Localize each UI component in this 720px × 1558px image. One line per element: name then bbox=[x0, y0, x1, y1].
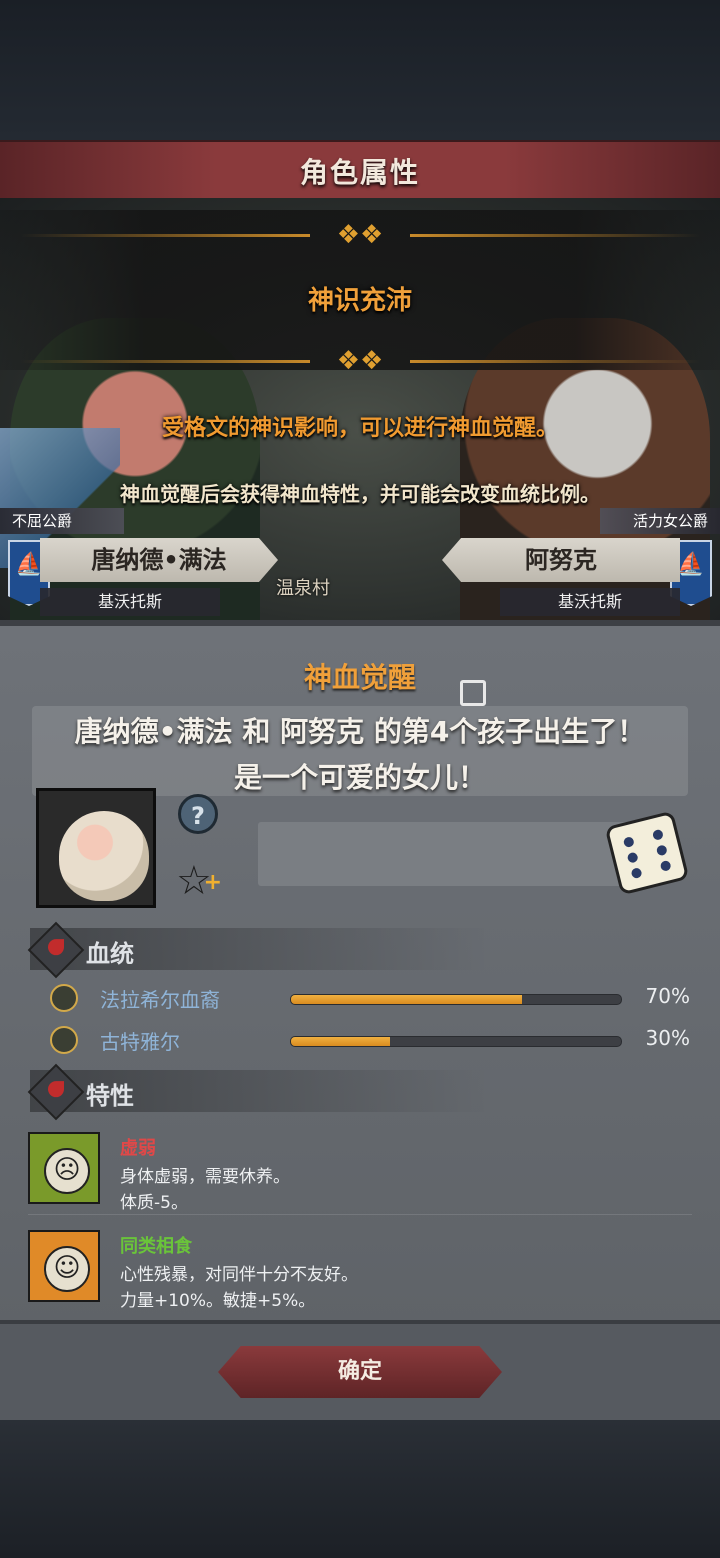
lineage-row: 法拉希尔血裔 70% bbox=[50, 982, 690, 1014]
axe-emblem-icon bbox=[50, 1026, 78, 1054]
traits-section-header: 特性 bbox=[27, 1063, 490, 1121]
bloodline-trait-slot bbox=[258, 822, 628, 886]
gold-ornament-bottom: ❖❖ bbox=[0, 344, 720, 378]
child-panel: 神血觉醒 唐纳德•满法 和 阿努克 的第4个孩子出生了！ 是一个可爱的女儿！ ?… bbox=[0, 620, 720, 1326]
tree-emblem-icon bbox=[50, 984, 78, 1012]
sad-face-icon: ☹ bbox=[28, 1132, 100, 1204]
trait-description: 身体虚弱，需要休养。 bbox=[120, 1167, 290, 1187]
traits-title: 特性 bbox=[86, 1082, 134, 1110]
trait-description: 心性残暴，对同伴十分不友好。 bbox=[120, 1265, 358, 1285]
lineage-name: 法拉希尔血裔 bbox=[100, 988, 220, 1012]
flame-icon bbox=[27, 1063, 85, 1121]
father-title: 不屈公爵 bbox=[0, 508, 124, 534]
awakening-header: 神血觉醒 bbox=[0, 646, 720, 706]
mother-realm: 基沃托斯 bbox=[500, 588, 680, 616]
lineage-fill bbox=[291, 1037, 390, 1046]
father-realm: 基沃托斯 bbox=[40, 588, 220, 616]
title-bar: 角色属性 bbox=[0, 140, 720, 202]
trait-row[interactable]: ☺ 同类相食 心性残暴，对同伴十分不友好。 力量+10%。敏捷+5%。 bbox=[28, 1228, 692, 1312]
smile-face-icon: ☺ bbox=[28, 1230, 100, 1302]
lineage-percent: 30% bbox=[645, 1026, 690, 1050]
footer: 确定 bbox=[0, 1320, 720, 1424]
lineage-bar bbox=[290, 994, 622, 1005]
top-background bbox=[0, 0, 720, 140]
trait-effect: 力量+10%。敏捷+5%。 bbox=[120, 1291, 316, 1311]
child-portrait[interactable] bbox=[36, 788, 156, 908]
event-status: 神识充沛 bbox=[307, 286, 412, 316]
event-description-2: 神血觉醒后会获得神血特性，并可能会改变血统比例。 bbox=[120, 482, 600, 506]
birth-message-line1: 唐纳德•满法 和 阿努克 的第4个孩子出生了！ bbox=[74, 715, 646, 748]
trait-effect: 体质-5。 bbox=[120, 1193, 188, 1213]
lineage-section-header: 血统 bbox=[27, 921, 490, 979]
knot-ornament-icon: ❖❖ bbox=[336, 220, 384, 250]
blood-drop-icon bbox=[27, 921, 85, 979]
lineage-row: 古特雅尔 30% bbox=[50, 1024, 690, 1056]
confirm-button[interactable]: 确定 bbox=[218, 1346, 502, 1398]
lineage-bar bbox=[290, 1036, 622, 1047]
lineage-title: 血统 bbox=[86, 940, 134, 968]
trait-row[interactable]: ☹ 虚弱 身体虚弱，需要休养。 体质-5。 bbox=[28, 1130, 692, 1215]
trait-name: 虚弱 bbox=[120, 1138, 156, 1159]
bottom-background bbox=[0, 1420, 720, 1558]
add-star-icon[interactable]: ☆ + bbox=[176, 858, 222, 904]
father-name[interactable]: 唐纳德•满法 bbox=[40, 538, 278, 582]
lineage-name: 古特雅尔 bbox=[100, 1030, 180, 1054]
page-title: 角色属性 bbox=[299, 156, 420, 189]
lineage-fill bbox=[291, 995, 522, 1004]
knot-ornament-icon: ❖❖ bbox=[336, 346, 384, 376]
awakening-label: 神血觉醒 bbox=[303, 661, 416, 694]
village-label: 温泉村 bbox=[276, 578, 330, 599]
question-icon[interactable]: ? bbox=[178, 794, 218, 834]
event-description-1: 受格文的神识影响，可以进行神血觉醒。 bbox=[161, 416, 558, 441]
lineage-percent: 70% bbox=[645, 984, 690, 1008]
gold-ornament-top: ❖❖ bbox=[0, 218, 720, 252]
mother-name[interactable]: 阿努克 bbox=[442, 538, 680, 582]
trait-name: 同类相食 bbox=[120, 1236, 192, 1257]
mother-title: 活力女公爵 bbox=[600, 508, 720, 534]
awakening-checkbox[interactable] bbox=[460, 680, 486, 706]
